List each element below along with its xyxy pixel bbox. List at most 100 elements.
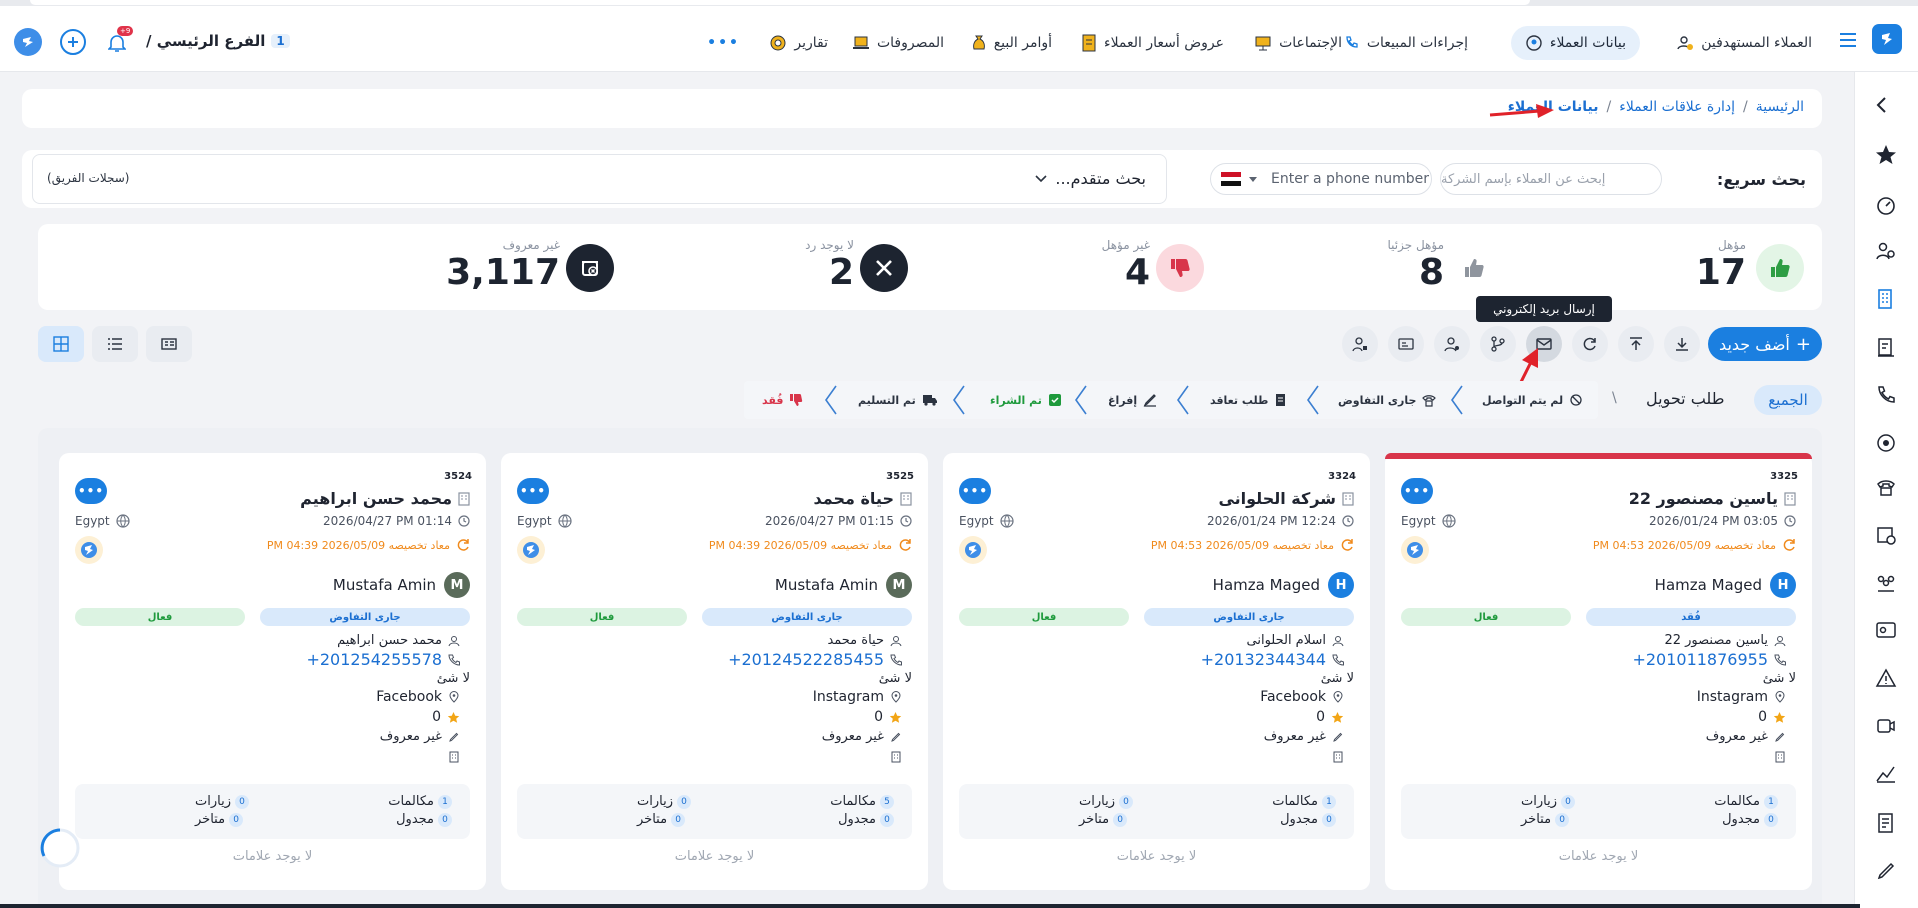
phone-icon bbox=[1344, 35, 1360, 51]
stage-purchased[interactable]: تم الشراء bbox=[990, 384, 1062, 416]
horizontal-scrollbar[interactable] bbox=[0, 904, 1860, 908]
owner[interactable]: H Hamza Maged bbox=[1655, 572, 1796, 598]
refresh-button[interactable] bbox=[1572, 326, 1608, 362]
collapse-chevron-icon[interactable] bbox=[1875, 96, 1887, 114]
user-icon bbox=[1774, 635, 1786, 647]
notification-count-badge: +9 bbox=[117, 26, 134, 36]
stage-delivered[interactable]: تم التسليم bbox=[858, 384, 938, 416]
grid-view-button[interactable] bbox=[38, 326, 84, 362]
menu-icon[interactable] bbox=[1838, 30, 1858, 50]
customer-card[interactable]: 3324 ••• شركة الحلوانى 2026/01/24 PM 12:… bbox=[943, 453, 1370, 890]
more-options-button[interactable]: ••• bbox=[959, 478, 991, 504]
stage-lost[interactable]: فُقد bbox=[762, 384, 803, 416]
team-icon[interactable] bbox=[1875, 572, 1897, 594]
branch-selector[interactable]: 1 الفرع الرئيسي / bbox=[146, 32, 290, 50]
owner[interactable]: M Mustafa Amin bbox=[333, 572, 470, 598]
upload-button[interactable] bbox=[1618, 326, 1654, 362]
nav-target-customers[interactable]: العملاء المستهدفين bbox=[1676, 26, 1812, 60]
scheduled-label: مجدول bbox=[1722, 812, 1760, 827]
stage-filter-all[interactable]: الجميع bbox=[1754, 385, 1822, 415]
telephone-icon[interactable] bbox=[1875, 476, 1897, 498]
customer-card[interactable]: 3525 ••• حياة محمد 2026/04/27 PM 01:15 E… bbox=[501, 453, 928, 890]
phone-icon bbox=[890, 654, 902, 666]
warning-icon[interactable] bbox=[1875, 668, 1897, 688]
owner[interactable]: H Hamza Maged bbox=[1213, 572, 1354, 598]
dashboard-gauge-icon[interactable] bbox=[1875, 194, 1897, 216]
user-lock-button[interactable] bbox=[1342, 326, 1378, 362]
brand-avatar-icon[interactable] bbox=[14, 28, 42, 56]
nav-sales-actions[interactable]: إجراءات المبيعات bbox=[1344, 26, 1468, 60]
breadcrumb-section-link[interactable]: إدارة علاقات العملاء bbox=[1619, 99, 1735, 115]
phone-number[interactable]: +201011876955 bbox=[1632, 650, 1786, 669]
owner[interactable]: M Mustafa Amin bbox=[775, 572, 912, 598]
phone-input[interactable]: Enter a phone number bbox=[1210, 163, 1432, 195]
schedule-icon[interactable] bbox=[1875, 524, 1897, 546]
contract-sign-icon[interactable] bbox=[1875, 336, 1897, 358]
add-circle-button[interactable] bbox=[60, 29, 86, 55]
customer-name[interactable]: حياة محمد bbox=[814, 489, 913, 508]
phone-call-icon[interactable] bbox=[1875, 384, 1897, 406]
nav-sales-orders[interactable]: أوامر البيع bbox=[971, 26, 1052, 60]
advanced-search-dropdown[interactable]: (سجلات الفريق) بحث متقدم... bbox=[32, 154, 1167, 204]
video-call-icon[interactable] bbox=[1875, 716, 1897, 736]
phone-number[interactable]: +20132344344 bbox=[1201, 650, 1344, 669]
git-branch-icon bbox=[1491, 336, 1505, 352]
stage-contract-request[interactable]: طلب تعاقد bbox=[1210, 384, 1288, 416]
contact-name: ياسين مصنصور 22 bbox=[1664, 633, 1786, 648]
phone-number[interactable]: +201254255578 bbox=[306, 650, 460, 669]
calls-stat: 5 مكالمات bbox=[830, 794, 894, 809]
app-logo-icon[interactable] bbox=[1872, 24, 1902, 54]
globe-icon bbox=[116, 514, 130, 528]
notifications-bell-icon[interactable]: +9 bbox=[106, 26, 134, 54]
more-options-button[interactable]: ••• bbox=[1401, 478, 1433, 504]
clock-icon bbox=[1342, 515, 1354, 527]
favorites-star-icon[interactable] bbox=[1875, 144, 1897, 166]
rating-value: 0 bbox=[1758, 709, 1767, 725]
pen-icon[interactable] bbox=[1875, 860, 1897, 882]
nav-meetings[interactable]: الإجتماعات bbox=[1254, 26, 1342, 60]
caret-down-icon[interactable] bbox=[1249, 176, 1257, 182]
customer-name[interactable]: ياسين مصنصور 22 bbox=[1629, 489, 1796, 508]
customer-card[interactable]: 3524 ••• محمد حسن ابراهيم 2026/04/27 PM … bbox=[59, 453, 486, 890]
customer-name[interactable]: شركة الحلوانى bbox=[1218, 489, 1354, 508]
nav-expenses[interactable]: المصروفات bbox=[852, 26, 944, 60]
add-new-button[interactable]: + أضف جديد bbox=[1708, 327, 1822, 361]
stage-discharge[interactable]: إفراغ bbox=[1108, 384, 1157, 416]
chart-icon[interactable] bbox=[1875, 764, 1897, 784]
more-options-button[interactable]: ••• bbox=[517, 478, 549, 504]
scheduled-stat: 0 مجدول bbox=[396, 812, 452, 827]
users-icon[interactable] bbox=[1875, 240, 1897, 262]
note-line: لا شئ bbox=[1763, 671, 1796, 686]
late-label: متاخر bbox=[1521, 812, 1552, 827]
add-new-label: أضف جديد bbox=[1719, 334, 1790, 354]
transfer-request-filter[interactable]: طلب تحويل bbox=[1646, 389, 1724, 408]
list-view-button[interactable] bbox=[92, 326, 138, 362]
customer-card[interactable]: 3325 ••• ياسين مصنصور 22 2026/01/24 PM 0… bbox=[1385, 453, 1812, 890]
nav-reports[interactable]: تقارير bbox=[769, 26, 828, 60]
laptop-icon bbox=[852, 35, 870, 51]
lead-source-text: Instagram bbox=[1696, 689, 1768, 705]
download-button[interactable] bbox=[1664, 326, 1700, 362]
rating-value: 0 bbox=[432, 709, 441, 725]
card-view-button[interactable] bbox=[146, 326, 192, 362]
star-icon bbox=[1331, 711, 1344, 724]
id-card-icon[interactable] bbox=[1875, 620, 1897, 640]
contact-card-button[interactable] bbox=[1388, 326, 1424, 362]
target-icon[interactable] bbox=[1875, 432, 1897, 454]
more-options-button[interactable]: ••• bbox=[75, 478, 107, 504]
building-icon[interactable] bbox=[1875, 288, 1895, 310]
stage-negotiating[interactable]: جارى التفاوض bbox=[1338, 384, 1437, 416]
phone-number[interactable]: +20124522285455 bbox=[728, 650, 902, 669]
customer-name[interactable]: محمد حسن ابراهيم bbox=[300, 489, 470, 508]
breadcrumb-home-link[interactable]: الرئيسية bbox=[1756, 99, 1804, 115]
stage-not-contacted[interactable]: لم يتم التواصل bbox=[1482, 384, 1583, 416]
nav-customer-data[interactable]: بيانات العملاء bbox=[1510, 26, 1640, 60]
stage-pill-text: جارى التفاوض bbox=[1213, 611, 1285, 623]
egypt-flag-icon[interactable] bbox=[1221, 172, 1241, 186]
nav-more-button[interactable]: ••• bbox=[707, 26, 740, 60]
status-pill-text: فعال bbox=[589, 611, 615, 623]
nav-price-quotes[interactable]: عروض أسعار العملاء bbox=[1081, 26, 1224, 60]
assign-user-button[interactable] bbox=[1434, 326, 1470, 362]
company-search-input[interactable]: إبحث عن العملاء بإسم الشركة bbox=[1440, 163, 1662, 195]
invoice-icon[interactable] bbox=[1875, 812, 1897, 834]
